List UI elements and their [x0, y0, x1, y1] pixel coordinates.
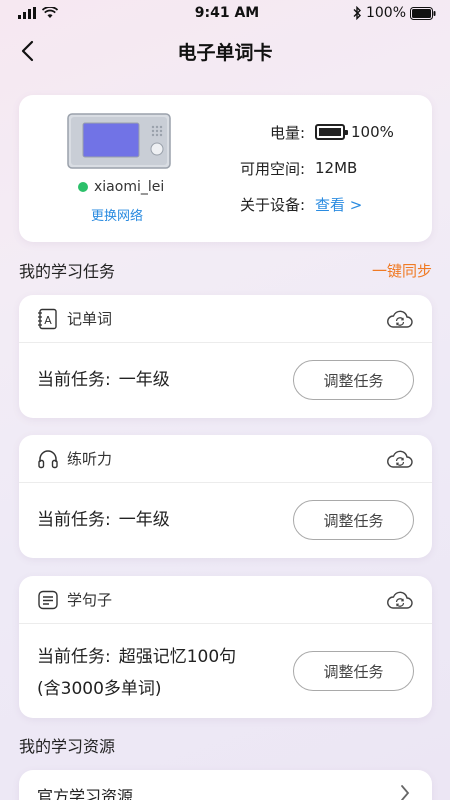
adjust-task-button[interactable]: 调整任务 — [293, 651, 414, 691]
task-header: 练听力 — [19, 435, 432, 483]
back-button[interactable] — [14, 36, 42, 66]
svg-text:A: A — [44, 314, 52, 327]
task-current: 当前任务: 一年级 — [37, 504, 170, 536]
task-current: 当前任务: 超强记忆100句 (含3000多单词) — [37, 641, 236, 705]
device-card: xiaomi_lei 更换网络 电量: 100% 可用空间: 12MB 关于设备… — [19, 95, 432, 242]
resources-section-header: 我的学习资源 — [19, 733, 432, 757]
device-name-row: xiaomi_lei — [78, 179, 164, 195]
nav-bar: 电子单词卡 — [0, 28, 450, 74]
status-time: 9:41 AM — [194, 5, 260, 21]
status-right: 100% — [316, 5, 436, 21]
resource-card: 官方学习资源 — [19, 770, 432, 800]
task-current-value: 超强记忆100句 — [118, 647, 237, 667]
adjust-task-button[interactable]: 调整任务 — [293, 500, 414, 540]
cloud-sync-icon[interactable] — [386, 589, 414, 611]
bluetooth-icon — [353, 6, 361, 20]
resource-item-label: 官方学习资源 — [37, 787, 134, 800]
task-body: 当前任务: 一年级 调整任务 — [19, 343, 432, 417]
battery-row: 电量: 100% — [217, 114, 394, 150]
page-title: 电子单词卡 — [177, 41, 273, 64]
device-info: 电量: 100% 可用空间: 12MB 关于设备: 查看 > — [217, 114, 394, 222]
task-current-line1: 当前任务: 超强记忆100句 — [37, 641, 236, 673]
tasks-section-header: 我的学习任务 一键同步 — [19, 258, 432, 282]
storage-label: 可用空间: — [239, 159, 305, 178]
online-status-dot — [78, 182, 88, 192]
wifi-icon — [42, 7, 58, 18]
storage-row: 可用空间: 12MB — [217, 150, 394, 186]
task-current-label: 当前任务: — [37, 370, 111, 390]
task-current-label: 当前任务: — [37, 510, 111, 530]
task-card-sentences: 学句子 当前任务: 超强记忆100句 (含3000多单词) 调整任务 — [19, 576, 432, 718]
view-device-link[interactable]: 查看 > — [315, 194, 362, 215]
status-left — [18, 7, 138, 19]
task-current-value: 一年级 — [118, 370, 170, 390]
cloud-sync-icon[interactable] — [386, 308, 414, 330]
task-header: 学句子 — [19, 576, 432, 624]
battery-value: 100% — [351, 123, 394, 141]
task-body: 当前任务: 超强记忆100句 (含3000多单词) 调整任务 — [19, 624, 432, 717]
about-row: 关于设备: 查看 > — [217, 186, 394, 222]
one-click-sync-button[interactable]: 一键同步 — [372, 260, 432, 281]
word-card-icon: A — [38, 308, 57, 329]
task-header: A 记单词 — [19, 295, 432, 343]
signal-icon — [18, 7, 36, 19]
status-battery-text: 100% — [365, 5, 406, 21]
resources-section-title: 我的学习资源 — [19, 737, 116, 756]
task-body: 当前任务: 一年级 调整任务 — [19, 483, 432, 557]
battery-status-icon — [410, 6, 436, 20]
resource-item-official[interactable]: 官方学习资源 — [19, 770, 432, 800]
task-name: 练听力 — [67, 450, 113, 468]
chevron-left-icon — [21, 40, 34, 62]
about-label: 关于设备: — [239, 195, 305, 214]
task-name: 学句子 — [67, 591, 113, 609]
chevron-right-icon — [401, 785, 410, 800]
adjust-task-button[interactable]: 调整任务 — [293, 360, 414, 400]
task-name: 记单词 — [67, 310, 113, 328]
headphones-icon — [38, 449, 58, 468]
device-name: xiaomi_lei — [94, 179, 165, 195]
battery-label: 电量: — [269, 123, 305, 142]
task-card-words: A 记单词 当前任务: 一年级 调整任务 — [19, 295, 432, 418]
task-current-value: 一年级 — [118, 510, 170, 530]
task-card-listening: 练听力 当前任务: 一年级 调整任务 — [19, 435, 432, 558]
cloud-sync-icon[interactable] — [386, 448, 414, 470]
device-image — [67, 113, 171, 169]
task-current-line2: (含3000多单词) — [37, 679, 162, 699]
tasks-section-title: 我的学习任务 — [19, 262, 116, 281]
battery-level-icon — [315, 124, 348, 140]
switch-network-link[interactable]: 更换网络 — [91, 205, 143, 224]
task-current: 当前任务: 一年级 — [37, 364, 170, 396]
task-current-label: 当前任务: — [37, 647, 111, 667]
sentence-icon — [38, 590, 58, 609]
storage-value: 12MB — [315, 159, 358, 177]
status-bar: 9:41 AM 100% — [0, 0, 450, 26]
